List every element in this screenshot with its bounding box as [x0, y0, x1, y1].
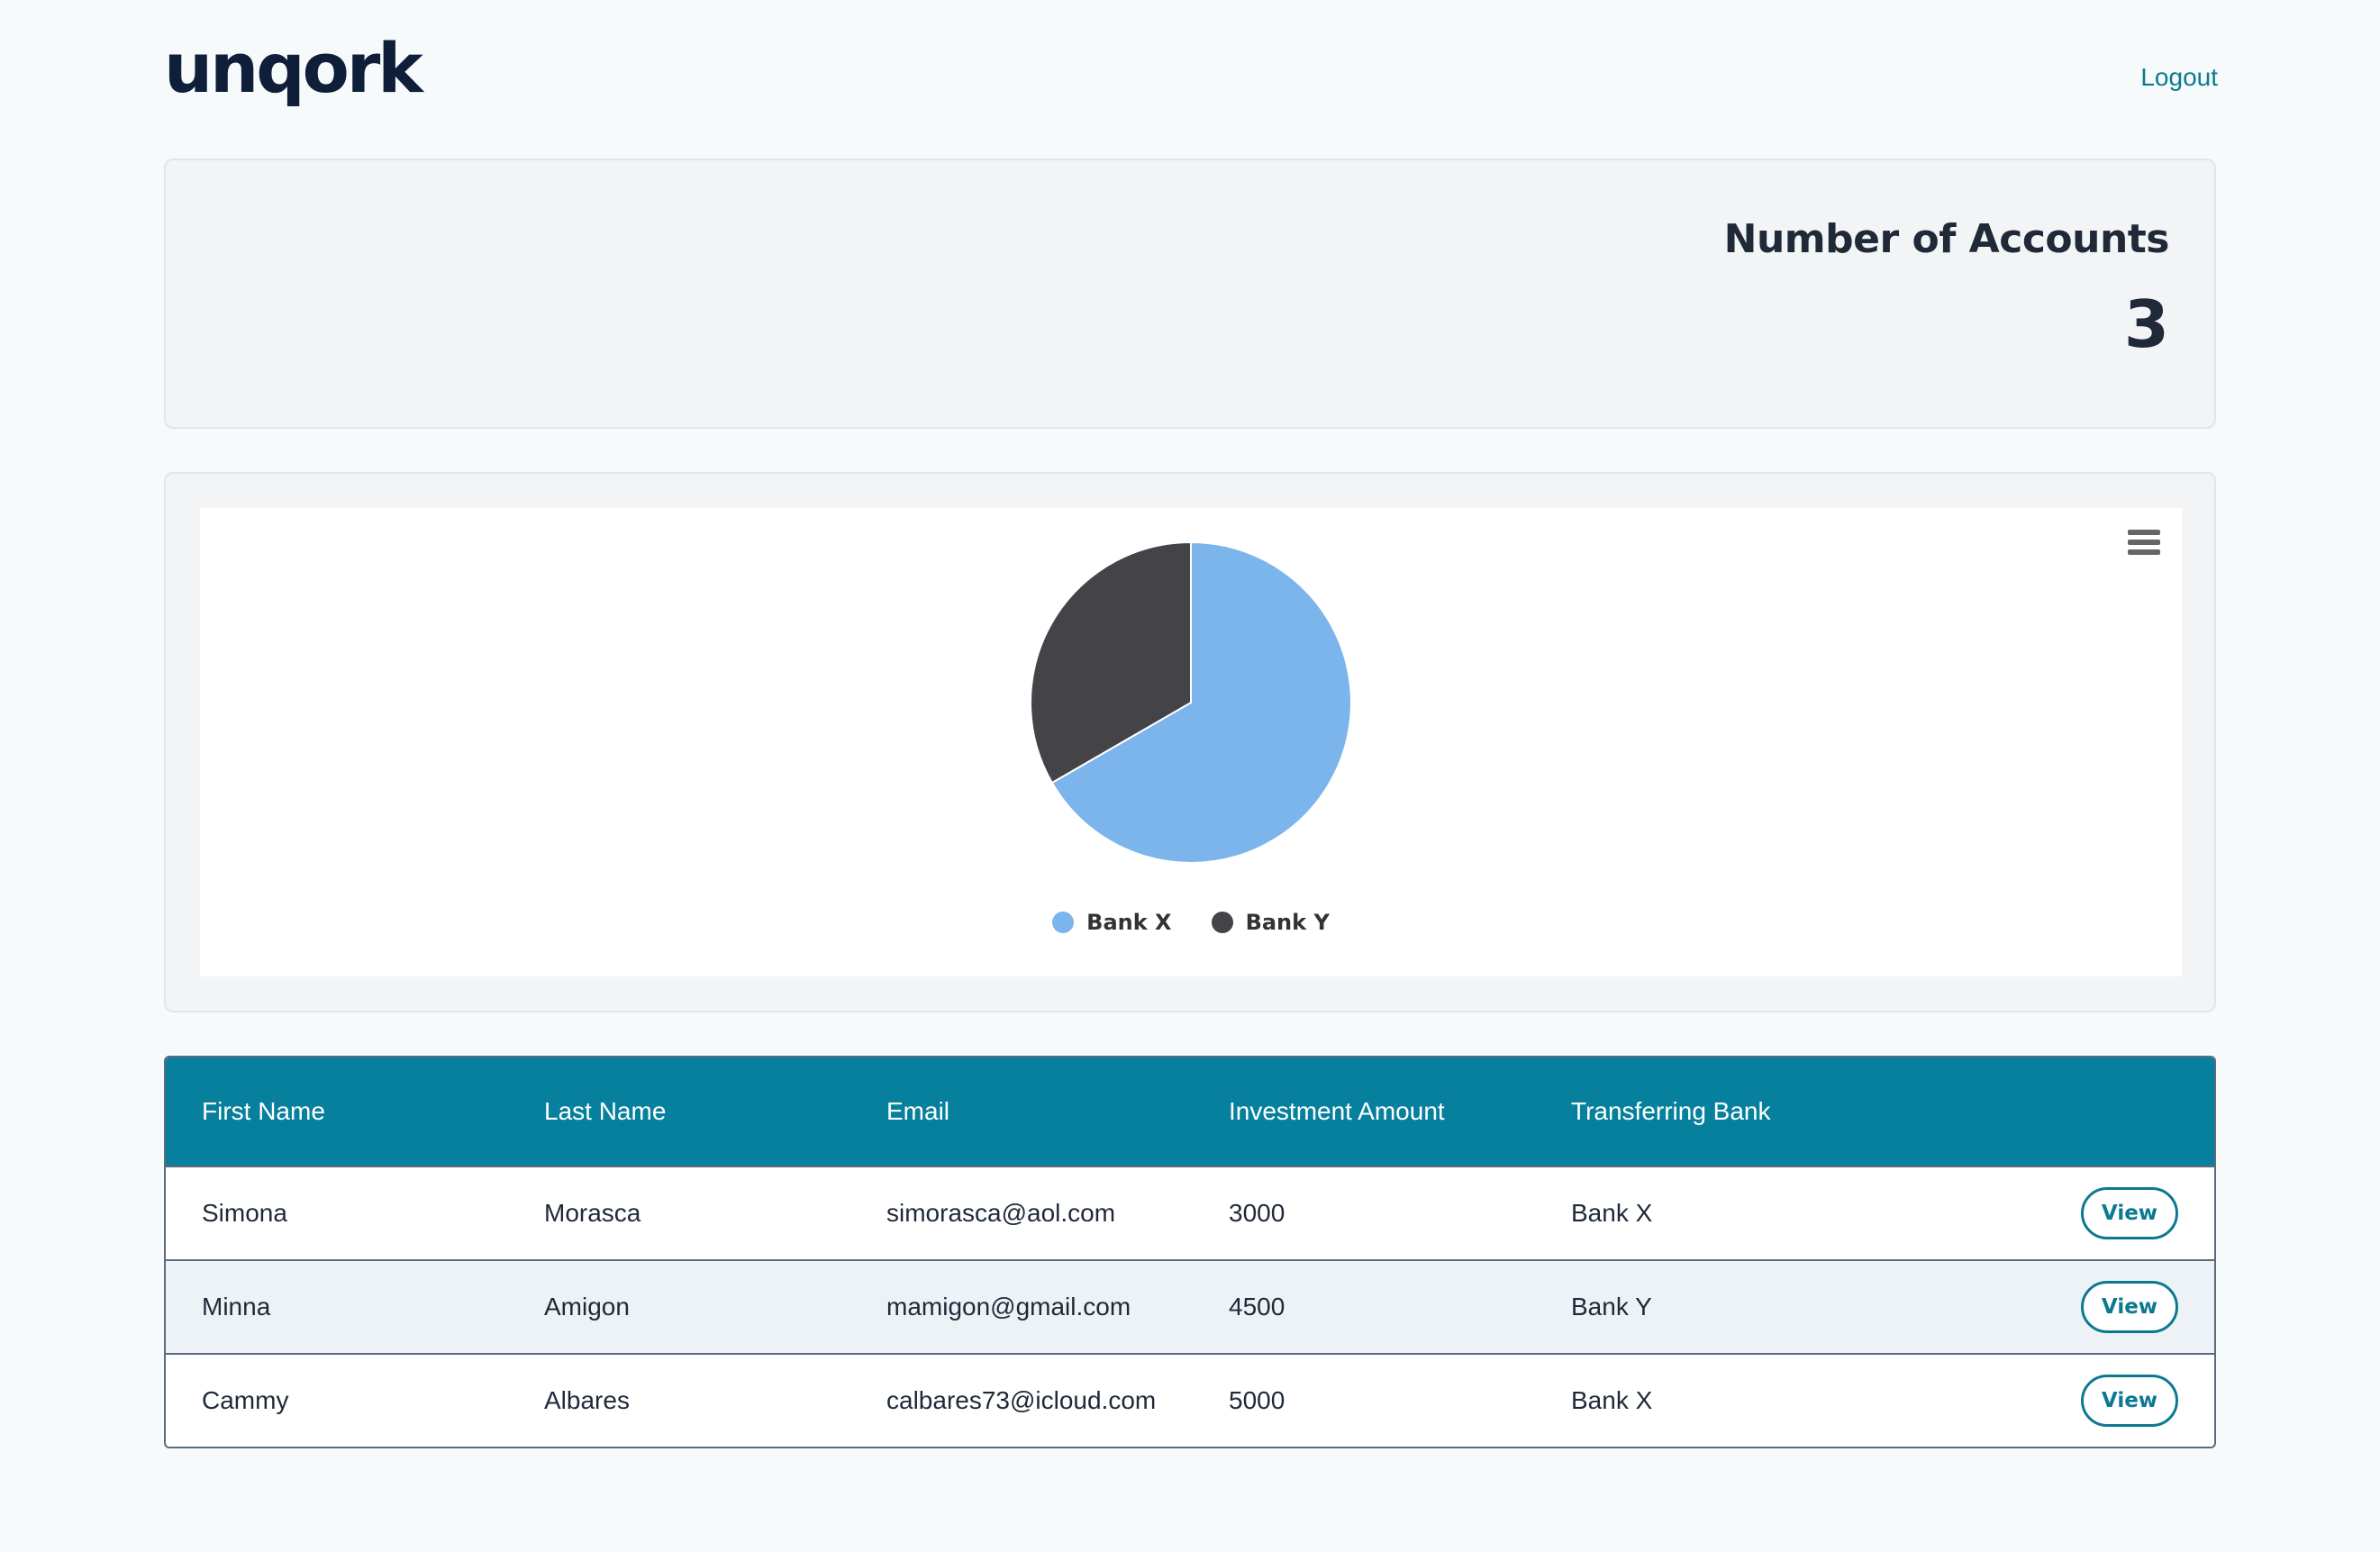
cell-first-name: Cammy	[202, 1386, 289, 1414]
cell-investment-amount: 5000	[1229, 1386, 1285, 1414]
hamburger-menu-icon[interactable]	[2128, 530, 2160, 557]
pie-chart	[1030, 540, 1352, 864]
table-row: Simona Morasca simorasca@aol.com 3000 Ba…	[166, 1166, 2214, 1259]
chart-legend: Bank X Bank Y	[200, 910, 2182, 935]
table-row: Minna Amigon mamigon@gmail.com 4500 Bank…	[166, 1259, 2214, 1353]
cell-investment-amount: 3000	[1229, 1199, 1285, 1227]
cell-actions: View	[1877, 1375, 2214, 1427]
cell-investment-amount: 4500	[1229, 1293, 1285, 1321]
header-investment-amount: Investment Amount	[1229, 1097, 1445, 1125]
table-header: First Name Last Name Email Investment Am…	[166, 1057, 2214, 1166]
legend-label: Bank X	[1086, 910, 1172, 935]
cell-email: mamigon@gmail.com	[886, 1293, 1131, 1321]
cell-last-name: Albares	[544, 1386, 630, 1414]
cell-actions: View	[1877, 1187, 2214, 1239]
legend-dot-icon	[1211, 912, 1233, 933]
legend-dot-icon	[1052, 912, 1075, 933]
cell-first-name: Minna	[202, 1293, 271, 1321]
header-email: Email	[886, 1097, 950, 1125]
view-button[interactable]: View	[2081, 1281, 2178, 1333]
cell-transferring-bank: Bank X	[1571, 1199, 1653, 1227]
cell-last-name: Morasca	[544, 1199, 641, 1227]
cell-email: simorasca@aol.com	[886, 1199, 1116, 1227]
cell-first-name: Simona	[202, 1199, 287, 1227]
pie-chart-container: Bank X Bank Y	[200, 508, 2182, 976]
header-last-name: Last Name	[544, 1097, 667, 1125]
legend-label: Bank Y	[1245, 910, 1330, 935]
accounts-table: First Name Last Name Email Investment Am…	[164, 1056, 2216, 1448]
legend-item-bank-y[interactable]: Bank Y	[1211, 910, 1330, 935]
view-button[interactable]: View	[2081, 1187, 2178, 1239]
header-transferring-bank: Transferring Bank	[1571, 1097, 1771, 1125]
view-button[interactable]: View	[2081, 1375, 2178, 1427]
cell-email: calbares73@icloud.com	[886, 1386, 1157, 1414]
chart-card: Bank X Bank Y	[164, 472, 2216, 1012]
accounts-title: Number of Accounts	[1723, 216, 2170, 262]
unqork-logo: unqork	[164, 28, 423, 108]
logout-link[interactable]: Logout	[2140, 63, 2218, 92]
cell-transferring-bank: Bank Y	[1571, 1293, 1652, 1321]
header-first-name: First Name	[202, 1097, 325, 1125]
cell-actions: View	[1877, 1281, 2214, 1333]
accounts-count: 3	[2123, 286, 2169, 362]
table-row: Cammy Albares calbares73@icloud.com 5000…	[166, 1353, 2214, 1447]
cell-last-name: Amigon	[544, 1293, 630, 1321]
app-header: unqork Logout	[164, 34, 2218, 124]
cell-transferring-bank: Bank X	[1571, 1386, 1653, 1414]
legend-item-bank-x[interactable]: Bank X	[1052, 910, 1172, 935]
number-of-accounts-card: Number of Accounts 3	[164, 159, 2216, 429]
